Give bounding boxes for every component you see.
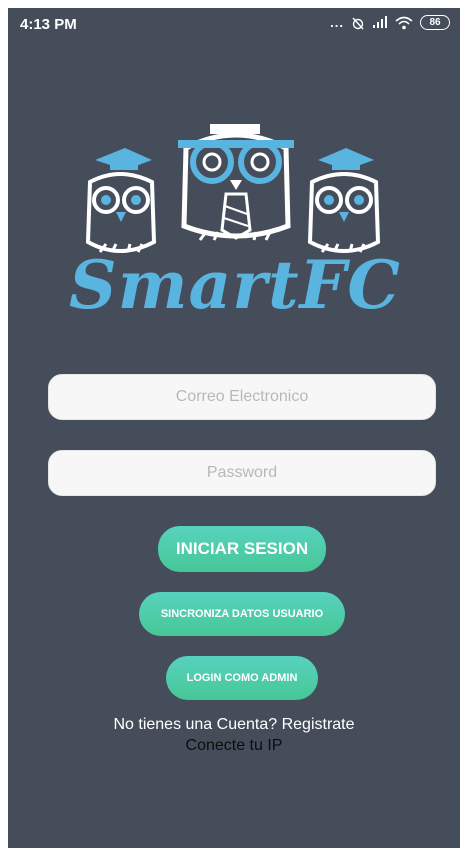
- login-screen: 4:13 PM ... 86 SmartFC Correo Electronic…: [8, 8, 460, 848]
- status-time: 4:13 PM: [20, 16, 77, 33]
- notification-dots: ...: [330, 15, 344, 30]
- logo-text: SmartFC: [69, 246, 401, 324]
- app-logo: SmartFC: [60, 118, 410, 348]
- email-input[interactable]: [49, 375, 435, 419]
- signal-icon: [373, 16, 387, 28]
- register-link[interactable]: No tienes una Cuenta? Registrate: [8, 716, 460, 734]
- battery-icon: 86: [420, 15, 450, 30]
- owl-logo-icon: [85, 124, 381, 253]
- connect-ip-link[interactable]: Conecte tu IP: [8, 737, 460, 755]
- sync-user-data-button[interactable]: SINCRONIZA DATOS USUARIO: [139, 592, 345, 636]
- alarm-off-icon: [352, 17, 364, 29]
- status-bar: 4:13 PM ... 86: [8, 8, 460, 42]
- admin-login-button[interactable]: LOGIN COMO ADMIN: [166, 656, 318, 700]
- status-icons: ... 86: [330, 15, 450, 30]
- password-field[interactable]: [48, 450, 436, 496]
- wifi-icon: [395, 16, 413, 29]
- password-input[interactable]: [49, 451, 435, 495]
- email-field[interactable]: [48, 374, 436, 420]
- login-button[interactable]: INICIAR SESION: [158, 526, 326, 572]
